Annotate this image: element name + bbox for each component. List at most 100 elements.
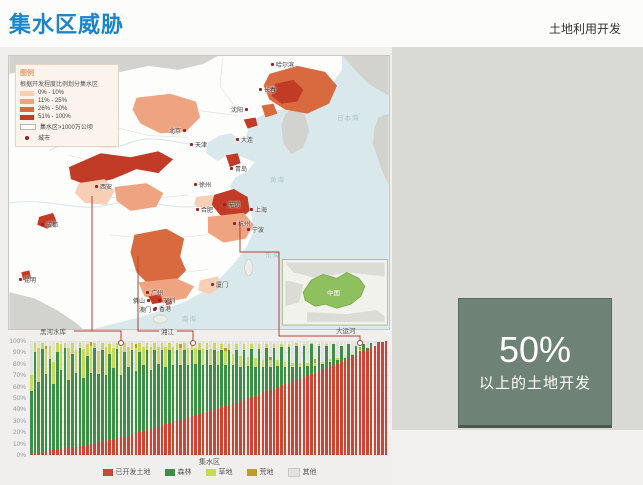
- y-axis-tick: 80%: [0, 361, 26, 368]
- map-panel: 中国 图例 根据开发程度比例划分集水区 0% - 10%11% - 25%26%…: [8, 55, 390, 330]
- stacked-bar: [41, 341, 44, 455]
- city-dot: [190, 143, 193, 146]
- chart-legend: 已开发土地森林草地荒地其他: [30, 467, 389, 477]
- stacked-bar: [209, 341, 212, 455]
- sea-label: 南海: [182, 313, 197, 323]
- stacked-bar: [142, 341, 145, 455]
- city-dot: [233, 222, 236, 225]
- taiwan-island: [245, 260, 253, 276]
- city-dot: [183, 129, 186, 132]
- sea-label: 黄海: [270, 174, 285, 184]
- city-marker: 香港: [154, 304, 171, 313]
- stacked-bar: [198, 341, 201, 455]
- map-legend-item: 集水区>1000万公顷: [20, 122, 114, 131]
- city-marker: 澳门: [139, 305, 156, 314]
- stacked-bar: [359, 341, 362, 455]
- stacked-bar: [321, 341, 324, 455]
- chart-legend-item: 草地: [206, 467, 233, 477]
- stacked-bar: [362, 341, 365, 455]
- stacked-bar: [183, 341, 186, 455]
- stacked-bar: [49, 341, 52, 455]
- hainan-island: [153, 315, 167, 323]
- stacked-bar: [138, 341, 141, 455]
- y-axis-tick: 60%: [0, 384, 26, 391]
- map-region-beijing: [132, 94, 200, 134]
- stacked-bar: [105, 341, 108, 455]
- y-axis-tick: 40%: [0, 406, 26, 413]
- stacked-bar: [336, 341, 339, 455]
- map-legend-item: 51% - 100%: [20, 114, 114, 120]
- stacked-bar: [153, 341, 156, 455]
- stacked-bar: [280, 341, 283, 455]
- stacked-bar: [344, 341, 347, 455]
- city-dot: [95, 185, 98, 188]
- stacked-bar: [224, 341, 227, 455]
- city-marker: 北京: [169, 126, 186, 135]
- stacked-bar: [187, 341, 190, 455]
- city-dot: [250, 208, 253, 211]
- city-dot: [41, 223, 44, 226]
- header: 集水区威胁 土地利用开发: [0, 0, 643, 47]
- stacked-bar: [71, 341, 74, 455]
- stacked-bar: [56, 341, 59, 455]
- stacked-bar: [314, 341, 317, 455]
- map-region-weihe: [115, 183, 164, 211]
- stacked-bar: [168, 341, 171, 455]
- map-legend: 图例 根据开发程度比例划分集水区 0% - 10%11% - 25%26% - …: [15, 64, 119, 147]
- chart-legend-item: 荒地: [247, 467, 274, 477]
- city-marker: 宁波: [247, 225, 264, 234]
- map-region-west-wing: [69, 151, 173, 185]
- chart-bars: [30, 341, 389, 455]
- stacked-bar: [273, 341, 276, 455]
- city-marker: 厦门: [211, 280, 228, 289]
- city-dot: [236, 138, 239, 141]
- stacked-bar: [67, 341, 70, 455]
- stacked-bar: [52, 341, 55, 455]
- highlight-value: 50%: [499, 331, 571, 369]
- stacked-bar: [228, 341, 231, 455]
- highlight-caption: 以上的土地开发: [479, 372, 591, 393]
- stacked-bar: [310, 341, 313, 455]
- map-legend-item: 0% - 10%: [20, 90, 114, 96]
- city-dot: [19, 278, 22, 281]
- stacked-bar: [194, 341, 197, 455]
- stacked-bar: [131, 341, 134, 455]
- stacked-bar: [86, 341, 89, 455]
- y-axis-tick: 0%: [0, 452, 26, 459]
- stacked-bar: [60, 341, 63, 455]
- stacked-bar: [97, 341, 100, 455]
- stacked-bar: [101, 341, 104, 455]
- city-marker: 沈阳: [231, 105, 248, 114]
- stacked-bar: [303, 341, 306, 455]
- stacked-bar: [254, 341, 257, 455]
- stacked-bar: [243, 341, 246, 455]
- city-dot: [245, 108, 248, 111]
- chart-legend-item: 其他: [288, 467, 317, 477]
- stacked-bar: [150, 341, 153, 455]
- chart-x-axis-label: 集水区: [30, 457, 389, 467]
- stacked-bar: [172, 341, 175, 455]
- stacked-bar: [340, 341, 343, 455]
- stacked-bar: [64, 341, 67, 455]
- city-marker: 上海: [250, 205, 267, 214]
- stacked-bar: [75, 341, 78, 455]
- stacked-bar: [202, 341, 205, 455]
- sea-label: 日本海: [337, 112, 360, 122]
- city-marker: 无锡: [223, 200, 240, 209]
- city-marker: 成都: [41, 220, 58, 229]
- city-dot: [259, 88, 262, 91]
- stacked-bar: [291, 341, 294, 455]
- stacked-bar: [108, 341, 111, 455]
- city-dot: [146, 291, 149, 294]
- stacked-bar: [157, 341, 160, 455]
- stacked-bar: [93, 341, 96, 455]
- stacked-bar: [377, 341, 380, 455]
- chart-legend-item: 已开发土地: [103, 467, 151, 477]
- stacked-bar: [37, 341, 40, 455]
- stacked-bar: [120, 341, 123, 455]
- city-marker: 青岛: [230, 164, 247, 173]
- stacked-bar: [34, 341, 37, 455]
- stacked-bar: [288, 341, 291, 455]
- sea-label: 东海: [265, 249, 280, 259]
- stacked-bar: [276, 341, 279, 455]
